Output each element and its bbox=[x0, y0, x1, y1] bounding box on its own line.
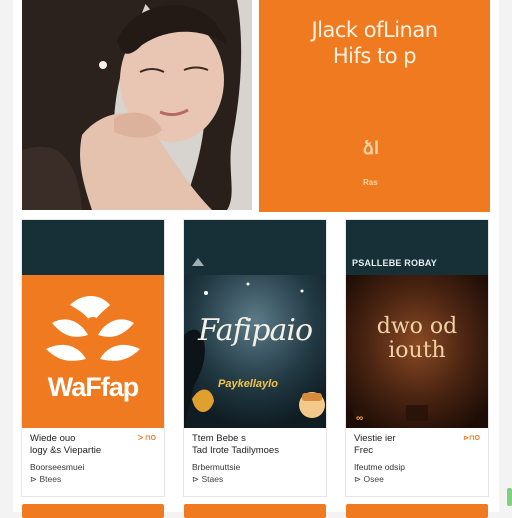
card-header bbox=[184, 220, 326, 275]
portrait-image bbox=[22, 0, 252, 210]
content-card[interactable]: PSALLEBE ROBAY dwo od iouth ∞ Viestie ie… bbox=[346, 220, 488, 496]
card-header: PSALLEBE ROBAY bbox=[346, 220, 488, 275]
card-subtitle: Frec bbox=[354, 445, 373, 456]
card-meta: Ifeutme odsip bbox=[354, 462, 406, 472]
card-artwork[interactable]: Fafipaio Paykellaylo bbox=[184, 275, 326, 428]
card-info: Ttem Bebe s Tad Irote Tadilymoes Brbermu… bbox=[192, 433, 320, 485]
card-action-button[interactable] bbox=[346, 504, 488, 518]
promo-logo: ձl bbox=[363, 138, 379, 158]
promo-caption: Ras bbox=[363, 178, 378, 187]
card-title: Ttem Bebe s bbox=[192, 433, 246, 444]
card-action-button[interactable] bbox=[22, 504, 164, 518]
hero-photo[interactable] bbox=[22, 0, 252, 210]
promo-title: Jlack ofLinan Hifs to p bbox=[259, 17, 490, 69]
scrollbar-thumb[interactable] bbox=[507, 488, 512, 506]
card-art-title: dwo od iouth bbox=[376, 314, 458, 363]
card-tag: ᐳ ⊓O bbox=[138, 435, 156, 442]
card-action-button[interactable] bbox=[184, 504, 326, 518]
card-art-subtitle: Paykellaylo bbox=[218, 378, 278, 390]
card-header bbox=[22, 220, 164, 275]
card-subtitle: logy &s Viepartie bbox=[30, 445, 102, 456]
card-count: ⊳ Btees bbox=[30, 474, 62, 484]
triangle-up-icon bbox=[192, 258, 204, 266]
card-header-label: PSALLEBE ROBAY bbox=[352, 258, 437, 268]
fantasy-scene-art bbox=[184, 275, 326, 428]
wafap-logo-art bbox=[22, 275, 164, 428]
content-card[interactable]: Fafipaio Paykellaylo Ttem Bebe s Tad Iro… bbox=[184, 220, 326, 496]
card-subtitle: Tad Irote Tadilymoes bbox=[192, 445, 279, 456]
card-count: ⊳ Staes bbox=[192, 474, 224, 484]
card-artwork[interactable]: dwo od iouth ∞ bbox=[346, 275, 488, 428]
card-badge: ∞ bbox=[356, 413, 364, 424]
card-badge: HD 00 bbox=[138, 419, 158, 426]
promo-title-line-1: Jlack ofLinan bbox=[311, 18, 438, 42]
card-artwork[interactable]: WaFfap HD 00 bbox=[22, 275, 164, 428]
promo-title-line-2: Hifs to p bbox=[332, 44, 417, 68]
card-tag: ⊳⊓O bbox=[463, 435, 480, 442]
card-art-title: Fafipaio bbox=[197, 313, 313, 348]
card-meta: Boorseesmuei bbox=[30, 462, 85, 472]
promo-banner[interactable]: Jlack ofLinan Hifs to p ձl Ras bbox=[259, 0, 490, 212]
card-meta: Brbermuttsie bbox=[192, 462, 241, 472]
content-card[interactable]: WaFfap HD 00 Wiede ouo logy &s Viepartie… bbox=[22, 220, 164, 496]
card-count: ⊳ Osee bbox=[354, 474, 384, 484]
card-art-title: WaFfap bbox=[47, 372, 140, 402]
